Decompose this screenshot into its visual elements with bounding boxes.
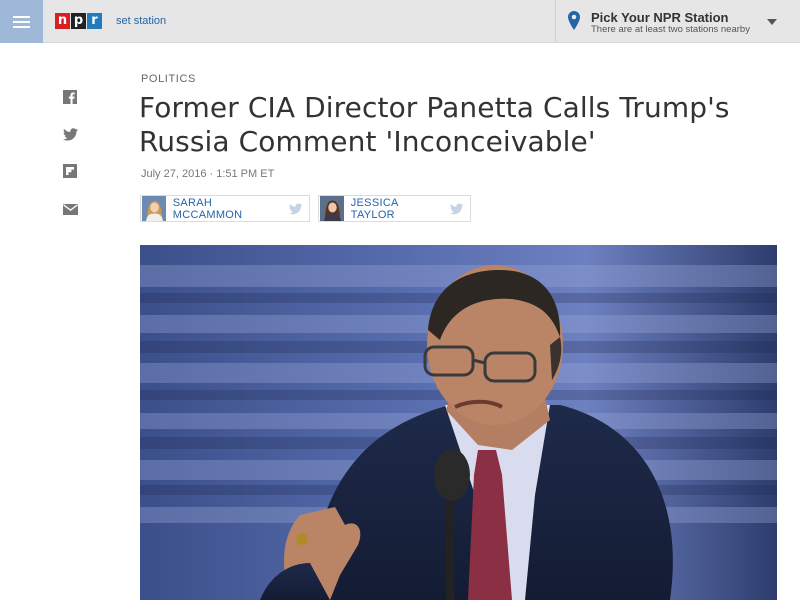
author-avatar xyxy=(320,196,344,221)
twitter-icon xyxy=(62,127,78,140)
logo-letter-n: n xyxy=(55,13,70,29)
author-name[interactable]: Jessica Taylor xyxy=(344,197,450,221)
article-lead-photo[interactable] xyxy=(140,245,777,600)
hamburger-icon xyxy=(13,15,30,28)
chevron-down-icon[interactable] xyxy=(767,19,777,25)
byline-author[interactable]: Jessica Taylor xyxy=(318,195,471,222)
email-icon xyxy=(62,203,78,215)
twitter-icon[interactable] xyxy=(288,202,302,215)
author-avatar xyxy=(142,196,166,221)
twitter-icon[interactable] xyxy=(449,202,463,215)
flipboard-icon xyxy=(63,164,77,178)
flipboard-share-button[interactable] xyxy=(62,163,78,179)
top-navigation-bar: n p r set station Pick Your NPR Station … xyxy=(0,0,800,43)
article-dateline: July 27, 2016 · 1:51 PM ET xyxy=(141,168,275,180)
logo-letter-r: r xyxy=(87,13,102,29)
station-picker-title: Pick Your NPR Station xyxy=(591,10,729,25)
station-picker[interactable]: Pick Your NPR Station There are at least… xyxy=(555,0,800,43)
byline-author[interactable]: Sarah McCammon xyxy=(140,195,310,222)
twitter-share-button[interactable] xyxy=(62,126,78,142)
author-name[interactable]: Sarah McCammon xyxy=(166,197,289,221)
article-section-slug[interactable]: Politics xyxy=(141,73,196,85)
logo-letter-p: p xyxy=(71,13,86,29)
set-station-link[interactable]: set station xyxy=(116,15,166,27)
menu-button[interactable] xyxy=(0,0,43,43)
article-headline: Former CIA Director Panetta Calls Trump'… xyxy=(139,91,730,158)
facebook-icon xyxy=(63,90,77,104)
station-picker-subtitle: There are at least two stations nearby xyxy=(591,24,750,35)
location-pin-icon xyxy=(568,11,580,30)
email-share-button[interactable] xyxy=(62,201,78,217)
facebook-share-button[interactable] xyxy=(62,89,78,105)
npr-logo[interactable]: n p r xyxy=(55,13,102,29)
